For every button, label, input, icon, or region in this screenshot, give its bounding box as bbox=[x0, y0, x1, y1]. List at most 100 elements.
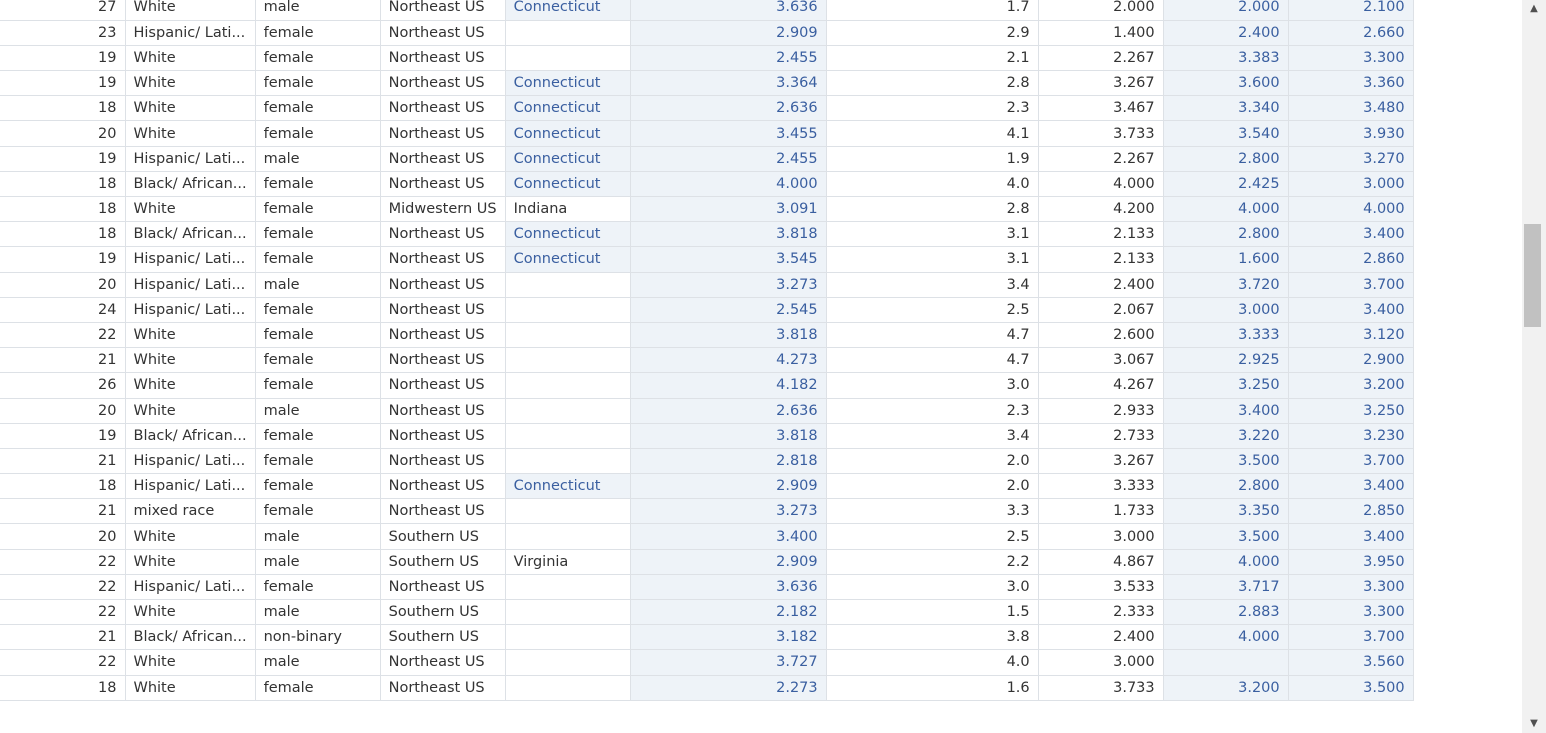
value-b-cell[interactable]: 4.7 bbox=[826, 347, 1039, 374]
region-cell[interactable]: Northeast US bbox=[380, 322, 506, 349]
table-row[interactable]: 19 White female Northeast US 2.455 2.1 2.267 3.… bbox=[0, 45, 1414, 72]
value-e-cell[interactable]: 3.360 bbox=[1288, 70, 1414, 97]
value-a-cell[interactable]: 3.818 bbox=[630, 322, 827, 349]
value-d-cell[interactable]: 3.540 bbox=[1163, 120, 1289, 147]
value-a-cell[interactable]: 3.818 bbox=[630, 221, 827, 248]
gender-cell[interactable]: male bbox=[255, 398, 381, 424]
value-b-cell[interactable]: 4.1 bbox=[826, 120, 1039, 147]
state-cell[interactable] bbox=[505, 423, 631, 449]
race-cell[interactable]: White bbox=[125, 675, 256, 701]
value-d-cell[interactable]: 2.800 bbox=[1163, 221, 1289, 248]
value-c-cell[interactable]: 2.600 bbox=[1038, 322, 1164, 349]
region-cell[interactable]: Northeast US bbox=[380, 45, 506, 72]
age-cell[interactable]: 22 bbox=[0, 599, 126, 626]
value-c-cell[interactable]: 2.933 bbox=[1038, 398, 1164, 424]
value-b-cell[interactable]: 2.0 bbox=[826, 448, 1039, 475]
region-cell[interactable]: Northeast US bbox=[380, 246, 506, 273]
value-c-cell[interactable]: 2.000 bbox=[1038, 0, 1164, 21]
gender-cell[interactable]: female bbox=[255, 20, 381, 46]
gender-cell[interactable]: female bbox=[255, 574, 381, 601]
value-b-cell[interactable]: 2.2 bbox=[826, 549, 1039, 575]
value-b-cell[interactable]: 1.9 bbox=[826, 146, 1039, 172]
value-d-cell[interactable]: 2.400 bbox=[1163, 20, 1289, 46]
gender-cell[interactable]: female bbox=[255, 675, 381, 701]
table-row[interactable]: 21 Black/ African... non-binary Southern US… bbox=[0, 624, 1414, 651]
value-b-cell[interactable]: 1.6 bbox=[826, 675, 1039, 701]
race-cell[interactable]: mixed race bbox=[125, 498, 256, 525]
state-cell[interactable] bbox=[505, 347, 631, 374]
value-e-cell[interactable]: 3.400 bbox=[1288, 297, 1414, 323]
state-cell[interactable]: Connecticut bbox=[505, 146, 631, 172]
value-a-cell[interactable]: 2.545 bbox=[630, 297, 827, 323]
value-e-cell[interactable]: 2.100 bbox=[1288, 0, 1414, 21]
value-e-cell[interactable]: 3.230 bbox=[1288, 423, 1414, 449]
gender-cell[interactable]: female bbox=[255, 473, 381, 500]
table-row[interactable]: 22 White male Southern US Virginia 2.909 2.2 4.… bbox=[0, 549, 1414, 575]
region-cell[interactable]: Northeast US bbox=[380, 171, 506, 198]
gender-cell[interactable]: male bbox=[255, 146, 381, 172]
gender-cell[interactable]: male bbox=[255, 649, 381, 676]
region-cell[interactable]: Northeast US bbox=[380, 20, 506, 46]
table-row[interactable]: 19 Hispanic/ Lati... male Northeast US Conne… bbox=[0, 146, 1414, 172]
race-cell[interactable]: Hispanic/ Lati... bbox=[125, 473, 256, 500]
table-row[interactable]: 19 Black/ African... female Northeast US 3.8… bbox=[0, 423, 1414, 449]
table-row[interactable]: 20 White male Northeast US 2.636 2.3 2.933 3.40… bbox=[0, 398, 1414, 424]
value-c-cell[interactable]: 3.733 bbox=[1038, 675, 1164, 701]
table-row[interactable]: 20 White female Northeast US Connecticut 3.45… bbox=[0, 120, 1414, 147]
region-cell[interactable]: Northeast US bbox=[380, 423, 506, 449]
value-d-cell[interactable]: 3.000 bbox=[1163, 297, 1289, 323]
value-c-cell[interactable]: 2.333 bbox=[1038, 599, 1164, 626]
region-cell[interactable]: Northeast US bbox=[380, 498, 506, 525]
race-cell[interactable]: White bbox=[125, 322, 256, 349]
gender-cell[interactable]: female bbox=[255, 347, 381, 374]
state-cell[interactable] bbox=[505, 574, 631, 601]
value-a-cell[interactable]: 3.091 bbox=[630, 196, 827, 223]
gender-cell[interactable]: female bbox=[255, 423, 381, 449]
value-b-cell[interactable]: 2.9 bbox=[826, 20, 1039, 46]
age-cell[interactable]: 20 bbox=[0, 120, 126, 147]
value-c-cell[interactable]: 2.733 bbox=[1038, 423, 1164, 449]
value-c-cell[interactable]: 1.733 bbox=[1038, 498, 1164, 525]
value-c-cell[interactable]: 2.400 bbox=[1038, 624, 1164, 651]
value-c-cell[interactable]: 2.067 bbox=[1038, 297, 1164, 323]
value-a-cell[interactable]: 2.818 bbox=[630, 448, 827, 475]
value-a-cell[interactable]: 3.364 bbox=[630, 70, 827, 97]
value-c-cell[interactable]: 3.333 bbox=[1038, 473, 1164, 500]
race-cell[interactable]: White bbox=[125, 95, 256, 122]
state-cell[interactable] bbox=[505, 272, 631, 298]
age-cell[interactable]: 21 bbox=[0, 498, 126, 525]
region-cell[interactable]: Northeast US bbox=[380, 95, 506, 122]
table-row[interactable]: 22 White male Southern US 2.182 1.5 2.333 2.883… bbox=[0, 599, 1414, 626]
value-d-cell[interactable]: 2.883 bbox=[1163, 599, 1289, 626]
race-cell[interactable]: Hispanic/ Lati... bbox=[125, 246, 256, 273]
region-cell[interactable]: Northeast US bbox=[380, 70, 506, 97]
table-row[interactable]: 20 White male Southern US 3.400 2.5 3.000 3.500… bbox=[0, 523, 1414, 550]
value-b-cell[interactable]: 3.3 bbox=[826, 498, 1039, 525]
age-cell[interactable]: 22 bbox=[0, 549, 126, 575]
gender-cell[interactable]: female bbox=[255, 322, 381, 349]
value-b-cell[interactable]: 4.0 bbox=[826, 649, 1039, 676]
value-d-cell[interactable]: 3.340 bbox=[1163, 95, 1289, 122]
value-a-cell[interactable]: 2.455 bbox=[630, 146, 827, 172]
table-row[interactable]: 21 Hispanic/ Lati... female Northeast US 2.8… bbox=[0, 448, 1414, 475]
table-row[interactable]: 18 White female Northeast US Connecticut 2.63… bbox=[0, 95, 1414, 122]
age-cell[interactable]: 19 bbox=[0, 45, 126, 72]
region-cell[interactable]: Northeast US bbox=[380, 649, 506, 676]
value-b-cell[interactable]: 2.5 bbox=[826, 523, 1039, 550]
age-cell[interactable]: 18 bbox=[0, 95, 126, 122]
value-b-cell[interactable]: 3.1 bbox=[826, 221, 1039, 248]
region-cell[interactable]: Northeast US bbox=[380, 473, 506, 500]
race-cell[interactable]: Hispanic/ Lati... bbox=[125, 272, 256, 298]
value-c-cell[interactable]: 1.400 bbox=[1038, 20, 1164, 46]
state-cell[interactable] bbox=[505, 20, 631, 46]
value-d-cell[interactable]: 3.200 bbox=[1163, 675, 1289, 701]
value-e-cell[interactable]: 2.860 bbox=[1288, 246, 1414, 273]
table-row[interactable]: 18 Black/ African... female Northeast US Con… bbox=[0, 171, 1414, 198]
table-row[interactable]: 27 White male Northeast US Connecticut 3.636 1… bbox=[0, 0, 1414, 21]
gender-cell[interactable]: male bbox=[255, 523, 381, 550]
value-d-cell[interactable]: 2.925 bbox=[1163, 347, 1289, 374]
value-a-cell[interactable]: 3.636 bbox=[630, 0, 827, 21]
age-cell[interactable]: 26 bbox=[0, 372, 126, 399]
value-e-cell[interactable]: 3.930 bbox=[1288, 120, 1414, 147]
table-row[interactable]: 18 White female Midwestern US Indiana 3.091 2.… bbox=[0, 196, 1414, 223]
